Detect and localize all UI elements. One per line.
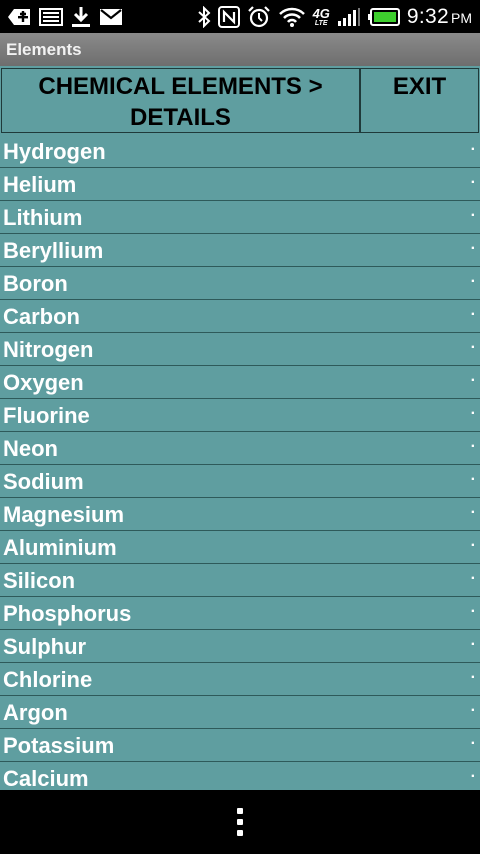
row-marker: · xyxy=(470,735,476,752)
header-buttons: CHEMICAL ELEMENTS > DETAILS EXIT xyxy=(0,66,480,136)
list-item[interactable]: Oxygen · xyxy=(0,366,480,399)
element-name: Argon xyxy=(3,700,68,725)
navigation-bar xyxy=(0,790,480,854)
gmail-icon xyxy=(99,5,123,29)
element-list[interactable]: Hydrogen · Helium · Lithium · Beryllium · Boron ·… xyxy=(0,135,480,790)
status-bar: 4G LTE 9:32 PM xyxy=(0,0,480,33)
4g-lte-icon: 4G LTE xyxy=(312,5,330,27)
list-item[interactable]: Silicon · xyxy=(0,564,480,597)
list-item[interactable]: Sulphur · xyxy=(0,630,480,663)
list-item[interactable]: Carbon · xyxy=(0,300,480,333)
element-name: Sulphur xyxy=(3,634,87,659)
list-item[interactable]: Beryllium · xyxy=(0,234,480,267)
list-item[interactable]: Calcium · xyxy=(0,762,480,790)
element-name: Sodium xyxy=(3,469,84,494)
element-name: Neon xyxy=(3,436,58,461)
row-marker: · xyxy=(470,372,476,389)
element-name: Chlorine xyxy=(3,667,93,692)
row-marker: · xyxy=(470,636,476,653)
list-item[interactable]: Sodium · xyxy=(0,465,480,498)
row-marker: · xyxy=(470,504,476,521)
list-item[interactable]: Potassium · xyxy=(0,729,480,762)
signal-icon xyxy=(337,5,361,29)
overflow-menu-icon[interactable] xyxy=(237,808,243,836)
list-item[interactable]: Helium · xyxy=(0,168,480,201)
row-marker: · xyxy=(470,306,476,323)
list-item[interactable]: Boron · xyxy=(0,267,480,300)
row-marker: · xyxy=(470,174,476,191)
element-name: Magnesium xyxy=(3,502,125,527)
row-marker: · xyxy=(470,273,476,290)
list-item[interactable]: Fluorine · xyxy=(0,399,480,432)
row-marker: · xyxy=(470,768,476,785)
list-item[interactable]: Lithium · xyxy=(0,201,480,234)
details-button[interactable]: CHEMICAL ELEMENTS > DETAILS xyxy=(1,68,360,133)
row-marker: · xyxy=(470,141,476,158)
list-item[interactable]: Chlorine · xyxy=(0,663,480,696)
screenshot-icon xyxy=(39,5,63,29)
element-name: Potassium xyxy=(3,733,115,758)
row-marker: · xyxy=(470,603,476,620)
element-name: Lithium xyxy=(3,205,83,230)
element-name: Oxygen xyxy=(3,370,84,395)
element-name: Fluorine xyxy=(3,403,90,428)
row-marker: · xyxy=(470,570,476,587)
exit-button-label: EXIT xyxy=(392,73,447,100)
row-marker: · xyxy=(470,405,476,422)
row-marker: · xyxy=(470,240,476,257)
row-marker: · xyxy=(470,702,476,719)
download-icon xyxy=(70,5,92,29)
app-title: Elements xyxy=(6,40,82,59)
row-marker: · xyxy=(470,207,476,224)
row-marker: · xyxy=(470,339,476,356)
alarm-icon xyxy=(247,5,271,29)
list-item[interactable]: Aluminium · xyxy=(0,531,480,564)
exit-button[interactable]: EXIT xyxy=(360,68,479,133)
add-icon xyxy=(8,5,32,29)
element-name: Carbon xyxy=(3,304,80,329)
list-item[interactable]: Neon · xyxy=(0,432,480,465)
battery-icon xyxy=(367,5,400,29)
list-item[interactable]: Nitrogen · xyxy=(0,333,480,366)
list-item[interactable]: Hydrogen · xyxy=(0,135,480,168)
element-name: Beryllium xyxy=(3,238,104,263)
row-marker: · xyxy=(470,438,476,455)
details-button-line2: DETAILS xyxy=(130,104,231,131)
list-item[interactable]: Phosphorus · xyxy=(0,597,480,630)
element-name: Silicon xyxy=(3,568,76,593)
element-name: Aluminium xyxy=(3,535,117,560)
list-item[interactable]: Argon · xyxy=(0,696,480,729)
element-name: Boron xyxy=(3,271,68,296)
wifi-icon xyxy=(278,5,306,29)
element-name: Phosphorus xyxy=(3,601,132,626)
clock: 9:32 PM xyxy=(406,4,472,28)
bluetooth-icon xyxy=(197,5,211,29)
element-name: Calcium xyxy=(3,766,89,790)
row-marker: · xyxy=(470,471,476,488)
element-name: Nitrogen xyxy=(3,337,94,362)
list-item[interactable]: Magnesium · xyxy=(0,498,480,531)
row-marker: · xyxy=(470,669,476,686)
row-marker: · xyxy=(470,537,476,554)
element-name: Hydrogen xyxy=(3,139,106,164)
app-title-bar: Elements xyxy=(0,33,480,66)
nfc-icon xyxy=(217,5,240,29)
details-button-line1: CHEMICAL ELEMENTS > xyxy=(38,73,323,100)
element-name: Helium xyxy=(3,172,77,197)
